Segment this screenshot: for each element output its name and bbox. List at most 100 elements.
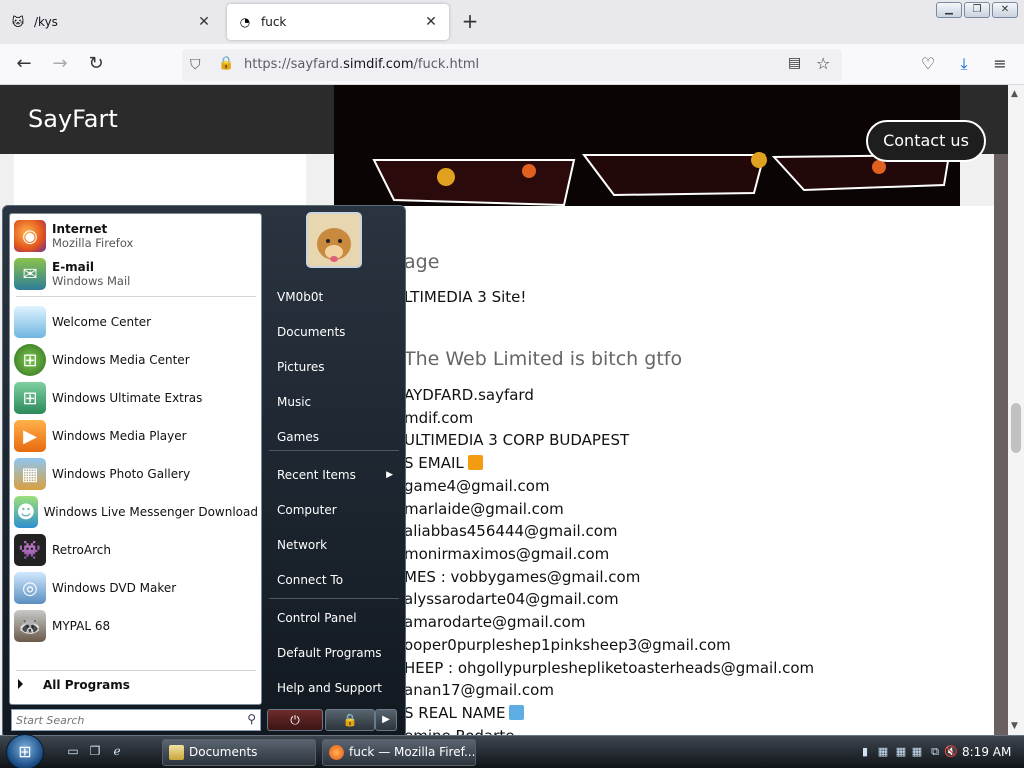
recent-items-link[interactable]: Recent Items ▶ bbox=[269, 460, 399, 490]
bookmark-star-icon[interactable]: ☆ bbox=[816, 54, 830, 73]
tray-app-icon[interactable]: ▮ bbox=[858, 745, 872, 759]
music-link[interactable]: Music bbox=[269, 387, 399, 417]
url-text[interactable]: https://sayfard.simdif.com/fuck.html bbox=[244, 57, 479, 72]
content-line: S REAL NAME bbox=[404, 704, 525, 722]
shutdown-options-button[interactable]: ▶ bbox=[375, 709, 397, 731]
tab-kys[interactable]: 🐱 /kys ✕ bbox=[0, 4, 222, 40]
downloads-icon[interactable]: ⤓ bbox=[952, 52, 976, 76]
new-tab-button[interactable]: + bbox=[458, 10, 482, 34]
volume-muted-icon[interactable]: 🔇 bbox=[944, 745, 958, 759]
recent-item[interactable]: ▶ Windows Media Player bbox=[14, 418, 258, 454]
recent-item-label: Windows Live Messenger Download bbox=[43, 505, 258, 519]
recent-item[interactable]: ⊞ Windows Ultimate Extras bbox=[14, 380, 258, 416]
help-support-link[interactable]: Help and Support bbox=[269, 673, 399, 703]
contact-us-button[interactable]: Contact us bbox=[866, 120, 986, 162]
forward-button[interactable]: → bbox=[48, 52, 72, 76]
close-tab-icon[interactable]: ✕ bbox=[196, 14, 212, 30]
recent-item[interactable]: 👾 RetroArch bbox=[14, 532, 258, 568]
tray-app-icon[interactable]: ▦ bbox=[894, 745, 908, 759]
scroll-down-icon[interactable]: ▼ bbox=[1011, 721, 1018, 731]
user-folder-link[interactable]: VM0b0t bbox=[269, 282, 399, 312]
scroll-up-icon[interactable]: ▲ bbox=[1011, 89, 1018, 99]
content-panel: age LTIMEDIA 3 Site! The Web Limited is … bbox=[334, 206, 994, 735]
scroll-thumb[interactable] bbox=[1011, 403, 1021, 453]
shield-icon[interactable]: ⛉ bbox=[190, 57, 201, 73]
section-heading: The Web Limited is bitch gtfo bbox=[404, 348, 683, 370]
recent-item-label: Welcome Center bbox=[52, 315, 152, 329]
site-brand[interactable]: SayFart bbox=[28, 105, 118, 133]
content-line: alyssarodarte04@gmail.com bbox=[404, 590, 619, 608]
taskbar-documents[interactable]: Documents bbox=[162, 739, 316, 766]
tab-fuck[interactable]: ◔ fuck ✕ bbox=[227, 4, 449, 40]
switch-windows-icon[interactable]: ❐ bbox=[86, 744, 104, 760]
page-edge-image bbox=[994, 85, 1008, 735]
dog-eye bbox=[338, 239, 342, 243]
start-button[interactable]: ⊞ bbox=[6, 734, 44, 768]
connect-to-link[interactable]: Connect To bbox=[269, 565, 399, 595]
tray-app-icon[interactable]: ▦ bbox=[910, 745, 924, 759]
user-avatar[interactable] bbox=[306, 212, 362, 268]
recent-item[interactable]: ⊞ Windows Media Center bbox=[14, 342, 258, 378]
taskbar-firefox[interactable]: fuck — Mozilla Firef... bbox=[322, 739, 476, 766]
close-window-button[interactable]: ✕ bbox=[992, 2, 1018, 18]
internet-explorer-icon[interactable]: ℯ bbox=[108, 744, 126, 760]
pocket-icon[interactable]: ♡ bbox=[916, 52, 940, 76]
pinned-label: Internet Mozilla Firefox bbox=[52, 222, 133, 250]
all-programs-label: All Programs bbox=[43, 678, 130, 692]
dvd-maker-icon: ◎ bbox=[14, 572, 46, 604]
back-button[interactable]: ← bbox=[12, 52, 36, 76]
content-line: monirmaximos@gmail.com bbox=[404, 545, 610, 563]
recent-item-label: Windows Ultimate Extras bbox=[52, 391, 203, 405]
start-search-input[interactable] bbox=[12, 710, 236, 730]
power-button[interactable]: ⏻ bbox=[267, 709, 323, 731]
close-tab-icon[interactable]: ✕ bbox=[423, 14, 439, 30]
documents-link[interactable]: Documents bbox=[269, 317, 399, 347]
email-heading: S EMAIL bbox=[404, 454, 464, 472]
messenger-icon: ☻ bbox=[14, 496, 38, 528]
taskbar: ⊞ ▭ ❐ ℯ Documents fuck — Mozilla Firef..… bbox=[0, 734, 1024, 768]
url-bar[interactable]: ⛉ 🔒 https://sayfard.simdif.com/fuck.html… bbox=[182, 49, 842, 81]
computer-link[interactable]: Computer bbox=[269, 495, 399, 525]
recent-item-label: MYPAL 68 bbox=[52, 619, 111, 633]
games-link[interactable]: Games bbox=[269, 422, 399, 452]
window-controls: ▁ ❐ ✕ bbox=[936, 2, 1018, 18]
section-heading: age bbox=[404, 251, 440, 273]
site-favicon-icon: ◔ bbox=[239, 15, 251, 29]
network-icon[interactable]: ⧉ bbox=[928, 745, 942, 759]
hero-shape bbox=[582, 154, 766, 197]
content-line: MES : vobbygames@gmail.com bbox=[404, 568, 641, 586]
pinned-internet[interactable]: ◉ Internet Mozilla Firefox bbox=[14, 218, 258, 254]
start-search[interactable]: ⚲ bbox=[11, 709, 261, 731]
minimize-button[interactable]: ▁ bbox=[936, 2, 962, 18]
content-line: aliabbas456444@gmail.com bbox=[404, 522, 618, 540]
control-panel-link[interactable]: Control Panel bbox=[269, 603, 399, 633]
all-programs-button[interactable]: All Programs bbox=[18, 678, 130, 692]
name-heading: S REAL NAME bbox=[404, 704, 506, 722]
content-line: marlaide@gmail.com bbox=[404, 500, 564, 518]
reload-button[interactable]: ↻ bbox=[84, 52, 108, 76]
content-line: emine Rodarte bbox=[404, 727, 514, 735]
reader-view-icon[interactable]: ▤ bbox=[788, 55, 801, 71]
lock-icon: 🔒 bbox=[342, 713, 358, 727]
pictures-link[interactable]: Pictures bbox=[269, 352, 399, 382]
default-programs-link[interactable]: Default Programs bbox=[269, 638, 399, 668]
clock[interactable]: 8:19 AM bbox=[962, 745, 1011, 759]
pinned-subtitle: Windows Mail bbox=[52, 274, 131, 288]
recent-item[interactable]: ☻ Windows Live Messenger Download bbox=[14, 494, 258, 530]
show-desktop-icon[interactable]: ▭ bbox=[64, 744, 82, 760]
maximize-button[interactable]: ❐ bbox=[964, 2, 990, 18]
menu-icon[interactable]: ≡ bbox=[988, 52, 1012, 76]
search-icon[interactable]: ⚲ bbox=[247, 712, 256, 726]
page-scrollbar[interactable]: ▲ ▼ bbox=[1008, 85, 1024, 735]
recent-item[interactable]: ▦ Windows Photo Gallery bbox=[14, 456, 258, 492]
pinned-email[interactable]: ✉ E-mail Windows Mail bbox=[14, 256, 258, 292]
recent-item[interactable]: 🦝 MYPAL 68 bbox=[14, 608, 258, 644]
lock-icon[interactable]: 🔒 bbox=[218, 56, 234, 71]
hero-glow bbox=[522, 164, 536, 178]
recent-item[interactable]: ◎ Windows DVD Maker bbox=[14, 570, 258, 606]
tray-app-icon[interactable]: ▦ bbox=[876, 745, 890, 759]
network-link[interactable]: Network bbox=[269, 530, 399, 560]
recent-item[interactable]: Welcome Center bbox=[14, 304, 258, 340]
retroarch-icon: 👾 bbox=[14, 534, 46, 566]
lock-button[interactable]: 🔒 bbox=[325, 709, 375, 731]
